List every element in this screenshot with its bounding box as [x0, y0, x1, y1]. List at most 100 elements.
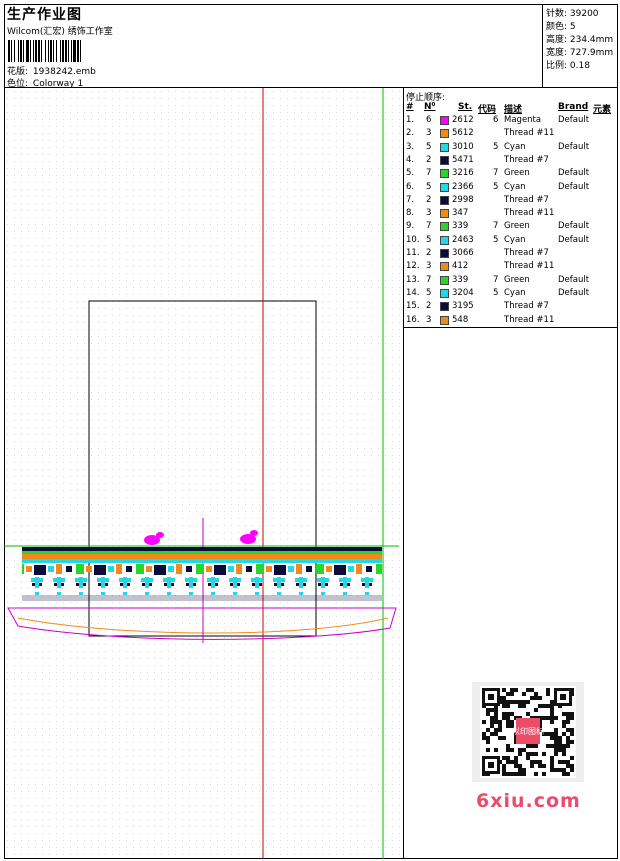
stitch-count: 针数: 39200 [546, 9, 599, 19]
stitch-count-cell: 347 [452, 208, 469, 219]
code-cell: 5 [493, 234, 499, 245]
row-number: 10. [406, 234, 420, 245]
description-cell: Thread #11 [504, 261, 555, 272]
needle-number: 5 [426, 141, 432, 152]
stop-sequence-panel: 停止顺序: # N⁰ St. 代码 描述 Brand 元素 1. 6 2612 6 Ma… [404, 88, 618, 328]
needle-number: 2 [426, 248, 432, 258]
needle-number: 5 [426, 287, 432, 298]
row-number: 12. [406, 261, 420, 272]
col-needle: N⁰ [424, 102, 436, 112]
design-preview[interactable] [4, 88, 404, 859]
col-stitches: St. [458, 102, 473, 112]
row-number: 15. [406, 301, 420, 312]
thread-color-swatch [440, 235, 449, 245]
row-number: 16. [406, 314, 420, 325]
row-number: 5. [406, 168, 415, 179]
code-cell: 7 [493, 168, 499, 179]
row-number: 8. [406, 208, 415, 219]
brand-cell: Default [558, 221, 590, 232]
border-cyan [22, 559, 382, 563]
thread-color-swatch [440, 288, 449, 298]
brand-cell: Default [558, 234, 590, 245]
stitch-count-cell: 5471 [452, 154, 474, 165]
col-description: 描述 [504, 105, 523, 115]
fabric-texture [4, 88, 403, 859]
watermark-site: 6xiu.com [476, 790, 581, 812]
stop-sequence-row: 4. 2 5471 Thread #7 [404, 155, 618, 168]
design-stats: 针数: 39200 颜色: 5 高度: 234.4mm 宽度: 727.9mm … [542, 4, 618, 88]
stop-sequence-row: 7. 2 2998 Thread #7 [404, 195, 618, 208]
brand-cell: Default [558, 141, 590, 152]
thread-color-swatch [440, 315, 449, 325]
needle-number: 2 [426, 301, 432, 312]
stitch-count-cell: 339 [452, 221, 469, 232]
needle-number: 2 [426, 194, 432, 205]
stitch-count-cell: 3066 [452, 248, 474, 258]
thread-color-swatch [440, 249, 449, 258]
needle-number: 7 [426, 274, 432, 285]
description-cell: Thread #7 [504, 248, 549, 258]
border-top [22, 547, 382, 551]
border-bottom [22, 595, 382, 601]
needle-number: 7 [426, 221, 432, 232]
thread-color-swatch [440, 222, 449, 232]
needle-number: 3 [426, 314, 432, 325]
description-cell: Thread #11 [504, 128, 555, 139]
description-cell: Thread #11 [504, 208, 555, 219]
description-cell: Cyan [504, 287, 526, 298]
needle-number: 3 [426, 128, 432, 139]
floral-band [22, 563, 382, 577]
stitch-count-cell: 2366 [452, 181, 474, 192]
needle-number: 3 [426, 261, 432, 272]
description-cell: Cyan [504, 141, 526, 152]
needle-number: 5 [426, 234, 432, 245]
thread-color-swatch [440, 129, 449, 139]
thread-color-swatch [440, 182, 449, 192]
brand-cell: Default [558, 168, 590, 179]
needle-number: 3 [426, 208, 432, 219]
color-count: 颜色: 5 [546, 22, 576, 32]
col-code: 代码 [478, 105, 497, 115]
stop-sequence-row: 12. 3 412 Thread #11 [404, 261, 618, 274]
row-number: 11. [406, 248, 420, 258]
description-cell: Green [504, 168, 530, 179]
qr-code-icon: 以印图标 [480, 686, 576, 778]
thread-color-swatch [440, 155, 449, 165]
row-number: 7. [406, 194, 415, 205]
thread-color-swatch [440, 142, 449, 152]
row-number: 2. [406, 128, 415, 139]
page-title: 生产作业图 [7, 7, 82, 23]
code-cell: 6 [493, 115, 499, 125]
code-cell: 7 [493, 274, 499, 285]
description-cell: Thread #7 [504, 154, 549, 165]
col-num: # [406, 102, 414, 112]
code-cell: 5 [493, 181, 499, 192]
col-element: 元素 [593, 105, 612, 115]
stop-sequence-row: 2. 3 5612 Thread #11 [404, 128, 618, 141]
stop-sequence-row: 3. 5 3010 5 Cyan Default [404, 142, 618, 155]
design-scale: 比例: 0.18 [546, 61, 590, 71]
code-cell: 5 [493, 287, 499, 298]
description-cell: Thread #7 [504, 194, 549, 205]
watermark-stamp: 以印图标 [512, 726, 544, 736]
barcode-icon [8, 40, 81, 62]
stitch-count-cell: 548 [452, 314, 469, 325]
studio-name: Wilcom(汇宏) 绣饰工作室 [7, 27, 113, 37]
row-number: 1. [406, 115, 415, 125]
stop-sequence-row: 11. 2 3066 Thread #7 [404, 248, 618, 261]
description-cell: Green [504, 221, 530, 232]
thread-color-swatch [440, 262, 449, 272]
stop-sequence-row: 10. 5 2463 5 Cyan Default [404, 235, 618, 248]
stop-sequence-row: 15. 2 3195 Thread #7 [404, 301, 618, 314]
description-cell: Cyan [504, 234, 526, 245]
design-width: 宽度: 727.9mm [546, 48, 614, 58]
stitch-count-cell: 3195 [452, 301, 474, 312]
cross-band [22, 577, 382, 595]
design-height: 高度: 234.4mm [546, 35, 614, 45]
stop-sequence-row: 8. 3 347 Thread #11 [404, 208, 618, 221]
stop-sequence-row: 13. 7 339 7 Green Default [404, 275, 618, 288]
brand-cell: Default [558, 287, 590, 298]
stitch-count-cell: 3010 [452, 141, 474, 152]
stop-sequence-row: 5. 7 3216 7 Green Default [404, 168, 618, 181]
stitch-count-cell: 3216 [452, 168, 474, 179]
